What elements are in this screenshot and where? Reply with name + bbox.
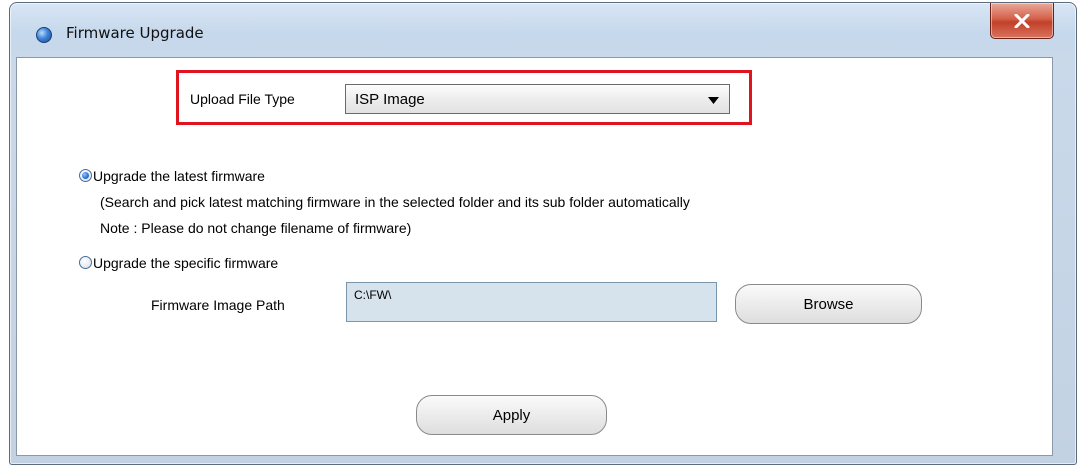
- browse-button[interactable]: Browse: [735, 284, 922, 324]
- close-icon: [1014, 13, 1030, 28]
- firmware-image-path-value: C:\FW\: [354, 288, 392, 302]
- upload-file-type-value: ISP Image: [355, 91, 425, 108]
- apply-button[interactable]: Apply: [416, 395, 607, 435]
- dropdown-arrow-icon: [708, 97, 719, 104]
- firmware-image-path-field[interactable]: C:\FW\: [346, 282, 717, 322]
- upgrade-specific-label[interactable]: Upgrade the specific firmware: [93, 255, 278, 271]
- upload-file-type-select[interactable]: ISP Image: [345, 84, 730, 114]
- radio-upgrade-specific[interactable]: [79, 256, 92, 269]
- upload-file-type-label: Upload File Type: [190, 91, 295, 107]
- title-bar[interactable]: Firmware Upgrade: [10, 3, 1076, 59]
- upgrade-latest-description: (Search and pick latest matching firmwar…: [100, 194, 690, 210]
- radio-upgrade-latest[interactable]: [79, 169, 92, 182]
- firmware-image-path-label: Firmware Image Path: [151, 297, 285, 313]
- upgrade-latest-label[interactable]: Upgrade the latest firmware: [93, 168, 265, 184]
- window-title: Firmware Upgrade: [66, 24, 204, 42]
- upgrade-latest-note: Note : Please do not change filename of …: [100, 220, 412, 236]
- close-button[interactable]: [990, 3, 1054, 39]
- app-globe-icon: [36, 27, 52, 43]
